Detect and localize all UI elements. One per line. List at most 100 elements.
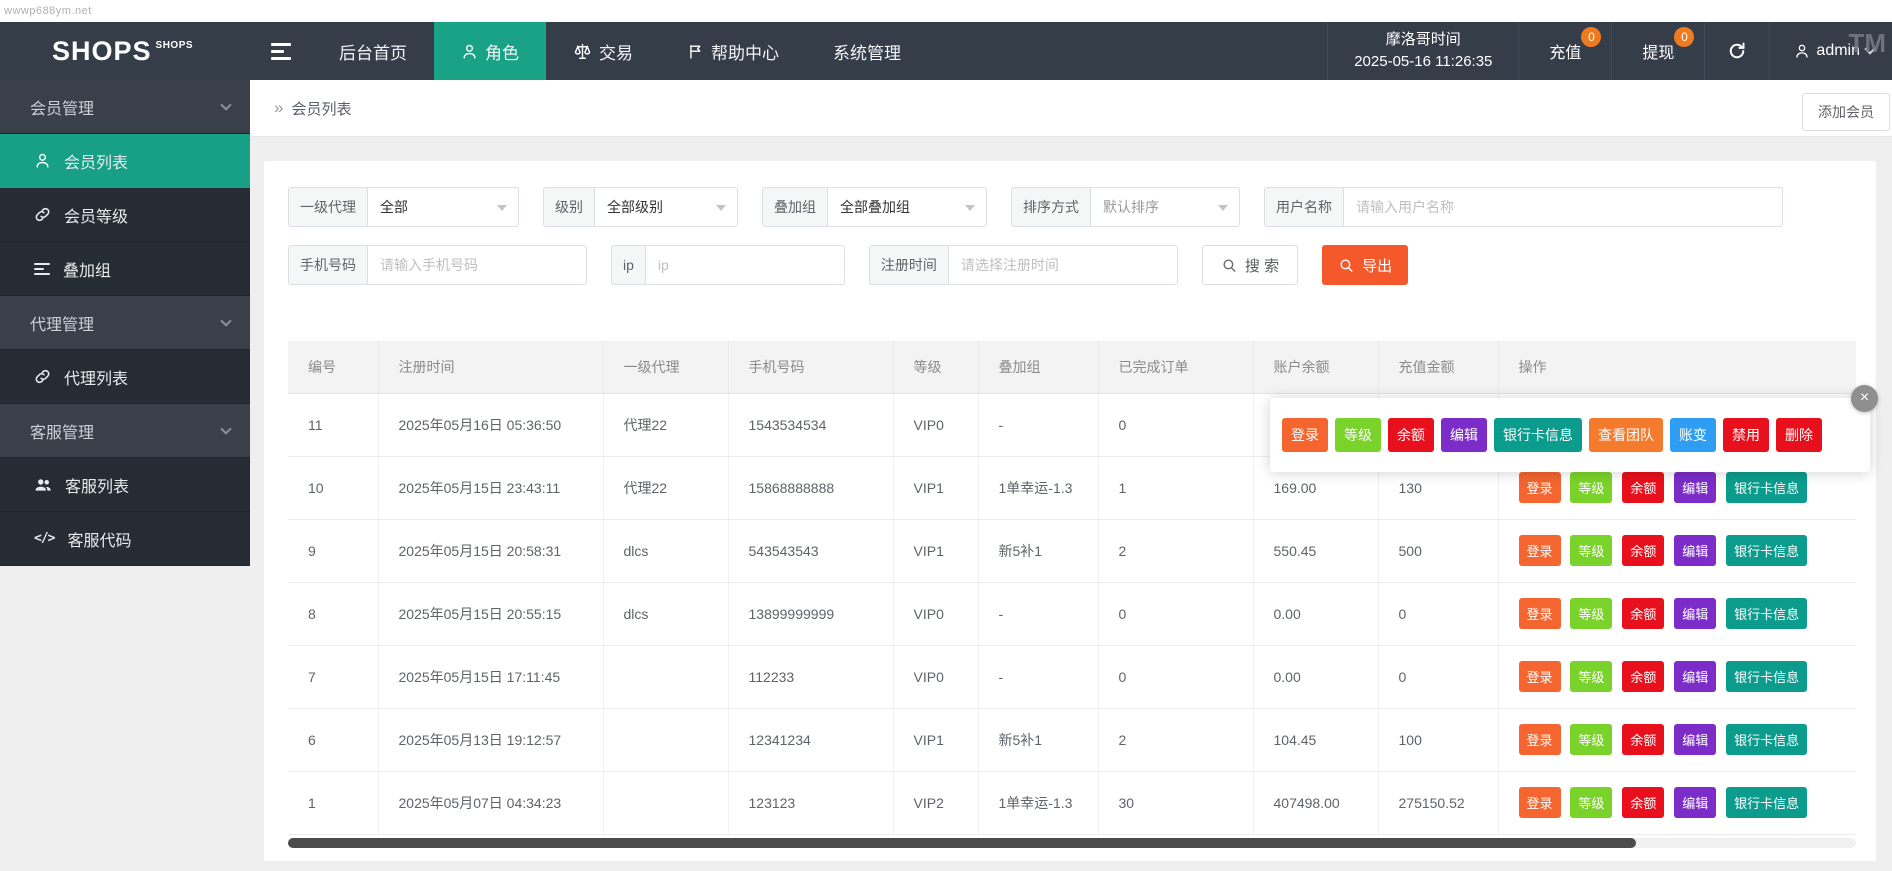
tm-watermark: TM xyxy=(1848,28,1886,58)
export-button[interactable]: 导出 xyxy=(1322,245,1409,285)
username-input[interactable] xyxy=(1344,199,1782,215)
login-button[interactable]: 登录 xyxy=(1282,418,1328,452)
nav-item-roles[interactable]: 角色 xyxy=(434,22,546,80)
sidebar-item-member-list[interactable]: 会员列表 xyxy=(0,134,250,188)
ip-input[interactable] xyxy=(645,257,844,273)
bank-card-button[interactable]: 银行卡信息 xyxy=(1726,724,1808,755)
bank-card-button[interactable]: 银行卡信息 xyxy=(1726,535,1808,566)
level-button[interactable]: 等级 xyxy=(1335,418,1381,452)
group-label: 会员管理 xyxy=(30,100,95,118)
phone-input[interactable] xyxy=(368,257,586,273)
link-icon xyxy=(34,368,51,385)
login-button[interactable]: 登录 xyxy=(1518,661,1561,692)
bank-card-button[interactable]: 银行卡信息 xyxy=(1494,418,1582,452)
sidebar-item-member-level[interactable]: 会员等级 xyxy=(0,188,250,242)
login-button[interactable]: 登录 xyxy=(1518,724,1561,755)
sidebar-menu: 会员管理 会员列表 会员等级 叠加组 代理管理 代理列表 客服管理 客服列表 <… xyxy=(0,80,250,566)
stack-icon xyxy=(34,262,50,275)
add-member-button[interactable]: 添加会员 xyxy=(1802,93,1890,131)
bank-card-button[interactable]: 银行卡信息 xyxy=(1726,598,1808,629)
row-actions-popup: 登录 等级 余额 编辑 银行卡信息 查看团队 账变 禁用 删除 × xyxy=(1270,385,1878,472)
sidebar-toggle-icon[interactable] xyxy=(250,22,312,80)
cell-agent xyxy=(603,708,729,772)
balance-button[interactable]: 余额 xyxy=(1622,787,1665,818)
withdraw-button[interactable]: 提现 0 xyxy=(1611,22,1704,80)
regtime-input[interactable] xyxy=(948,257,1177,273)
cell-agent: 代理22 xyxy=(603,456,729,520)
sidebar-group-service[interactable]: 客服管理 xyxy=(0,404,250,458)
balance-button[interactable]: 余额 xyxy=(1622,724,1665,755)
navbar-right: 摩洛哥时间 2025-05-16 11:26:35 充值 0 提现 0 admi… xyxy=(1327,22,1892,80)
level-button[interactable]: 等级 xyxy=(1570,724,1613,755)
timezone-clock: 摩洛哥时间 2025-05-16 11:26:35 xyxy=(1327,22,1518,80)
stack-group-select[interactable]: 全部叠加组 xyxy=(827,187,987,227)
edit-button[interactable]: 编辑 xyxy=(1441,418,1487,452)
level-button[interactable]: 等级 xyxy=(1570,535,1613,566)
balance-button[interactable]: 余额 xyxy=(1388,418,1434,452)
edit-button[interactable]: 编辑 xyxy=(1674,787,1717,818)
breadcrumb: » 会员列表 添加会员 xyxy=(250,80,1892,137)
sidebar-item-agent-list[interactable]: 代理列表 xyxy=(0,350,250,404)
horizontal-scrollbar[interactable] xyxy=(288,837,1856,848)
link-icon xyxy=(34,206,51,223)
edit-button[interactable]: 编辑 xyxy=(1674,661,1717,692)
agent-select[interactable]: 全部 xyxy=(367,187,519,227)
main-nav: 后台首页 角色 交易 帮助中心 系统管理 xyxy=(312,22,928,80)
cell-agent xyxy=(603,645,729,709)
cell-id: 11 xyxy=(288,393,379,457)
level-button[interactable]: 等级 xyxy=(1570,598,1613,629)
edit-button[interactable]: 编辑 xyxy=(1674,535,1717,566)
cell-group: 新5补1 xyxy=(978,708,1099,772)
login-button[interactable]: 登录 xyxy=(1518,472,1561,503)
recharge-button[interactable]: 充值 0 xyxy=(1518,22,1611,80)
group-label: 客服管理 xyxy=(30,424,95,442)
sidebar-group-agents[interactable]: 代理管理 xyxy=(0,296,250,350)
cell-orders: 0 xyxy=(1098,582,1254,646)
cell-id: 8 xyxy=(288,582,379,646)
level-button[interactable]: 等级 xyxy=(1570,661,1613,692)
edit-button[interactable]: 编辑 xyxy=(1674,472,1717,503)
balance-button[interactable]: 余额 xyxy=(1622,661,1665,692)
caret-down-icon xyxy=(497,205,507,211)
sidebar-item-stack-group[interactable]: 叠加组 xyxy=(0,242,250,296)
nav-item-trade[interactable]: 交易 xyxy=(546,22,660,80)
sort-select[interactable]: 默认排序 xyxy=(1090,187,1240,227)
page-layout: 会员管理 会员列表 会员等级 叠加组 代理管理 代理列表 客服管理 客服列表 <… xyxy=(0,80,1892,871)
bank-card-button[interactable]: 银行卡信息 xyxy=(1726,787,1808,818)
close-icon[interactable]: × xyxy=(1851,385,1878,412)
cell-group: - xyxy=(978,393,1099,457)
delete-button[interactable]: 删除 xyxy=(1776,418,1822,452)
sidebar-group-members[interactable]: 会员管理 xyxy=(0,80,250,134)
logo-text: SHOPS xyxy=(52,35,152,66)
col-header-regtime: 注册时间 xyxy=(378,341,604,394)
balance-button[interactable]: 余额 xyxy=(1622,598,1665,629)
table-row: 6 2025年05月13日 19:12:57 12341234 VIP1 新5补… xyxy=(288,708,1856,772)
cell-balance: 0.00 xyxy=(1253,645,1379,709)
login-button[interactable]: 登录 xyxy=(1518,598,1561,629)
edit-button[interactable]: 编辑 xyxy=(1674,724,1717,755)
caret-down-icon xyxy=(1218,205,1228,211)
login-button[interactable]: 登录 xyxy=(1518,535,1561,566)
balance-button[interactable]: 余额 xyxy=(1622,535,1665,566)
search-button[interactable]: 搜 索 xyxy=(1201,245,1299,285)
sidebar-item-service-code[interactable]: </> 客服代码 xyxy=(0,512,250,566)
scrollbar-thumb[interactable] xyxy=(288,837,1637,848)
edit-button[interactable]: 编辑 xyxy=(1674,598,1717,629)
nav-item-dashboard[interactable]: 后台首页 xyxy=(312,22,434,80)
nav-item-system[interactable]: 系统管理 xyxy=(806,22,928,80)
bank-card-button[interactable]: 银行卡信息 xyxy=(1726,472,1808,503)
level-select[interactable]: 全部级别 xyxy=(594,187,738,227)
cell-id: 7 xyxy=(288,645,379,709)
refresh-icon[interactable] xyxy=(1704,22,1769,80)
sidebar-item-service-list[interactable]: 客服列表 xyxy=(0,458,250,512)
bank-card-button[interactable]: 银行卡信息 xyxy=(1726,661,1808,692)
balance-button[interactable]: 余额 xyxy=(1622,472,1665,503)
sidebar-item-label: 叠加组 xyxy=(63,262,112,280)
login-button[interactable]: 登录 xyxy=(1518,787,1561,818)
level-button[interactable]: 等级 xyxy=(1570,472,1613,503)
disable-button[interactable]: 禁用 xyxy=(1723,418,1769,452)
nav-item-help[interactable]: 帮助中心 xyxy=(660,22,806,80)
view-team-button[interactable]: 查看团队 xyxy=(1589,418,1663,452)
level-button[interactable]: 等级 xyxy=(1570,787,1613,818)
account-change-button[interactable]: 账变 xyxy=(1670,418,1716,452)
